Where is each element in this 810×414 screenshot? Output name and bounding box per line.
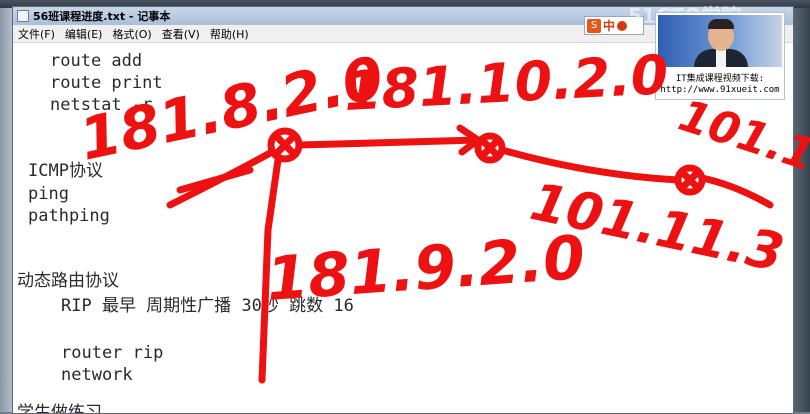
sogou-logo-icon: S bbox=[587, 18, 601, 33]
video-caption-title: IT集成课程视频下载: bbox=[675, 74, 765, 84]
text-line: router rip bbox=[61, 343, 164, 363]
instructor-shirt bbox=[716, 49, 726, 67]
text-line: pathping bbox=[28, 206, 110, 226]
menu-format[interactable]: 格式(O) bbox=[107, 26, 156, 42]
text-line: network bbox=[61, 365, 133, 385]
menu-edit[interactable]: 编辑(E) bbox=[60, 26, 108, 42]
video-frame bbox=[658, 15, 782, 67]
ime-punctuation-icon[interactable] bbox=[617, 20, 628, 31]
notepad-icon bbox=[17, 10, 29, 22]
text-line: route add bbox=[50, 51, 143, 71]
text-line: 动态路由协议 bbox=[17, 271, 119, 291]
menu-view[interactable]: 查看(V) bbox=[157, 26, 205, 42]
video-caption-url: http://www.91xueit.com bbox=[660, 85, 780, 95]
ime-mode-label[interactable]: 中 bbox=[603, 17, 615, 34]
text-line: route print bbox=[50, 73, 163, 93]
instructor-hair bbox=[708, 19, 734, 29]
menu-file[interactable]: 文件(F) bbox=[13, 26, 60, 42]
text-line: ping bbox=[28, 184, 69, 204]
menu-help[interactable]: 帮助(H) bbox=[205, 26, 254, 42]
text-line: RIP 最早 周期性广播 30秒 跳数 16 bbox=[61, 296, 354, 316]
instructor-video: IT集成课程视频下载: http://www.91xueit.com bbox=[655, 12, 785, 100]
window-title: 56班课程进度.txt - 记事本 bbox=[33, 10, 171, 23]
text-line: ICMP协议 bbox=[28, 161, 103, 181]
text-line: netstat -r bbox=[50, 95, 153, 115]
